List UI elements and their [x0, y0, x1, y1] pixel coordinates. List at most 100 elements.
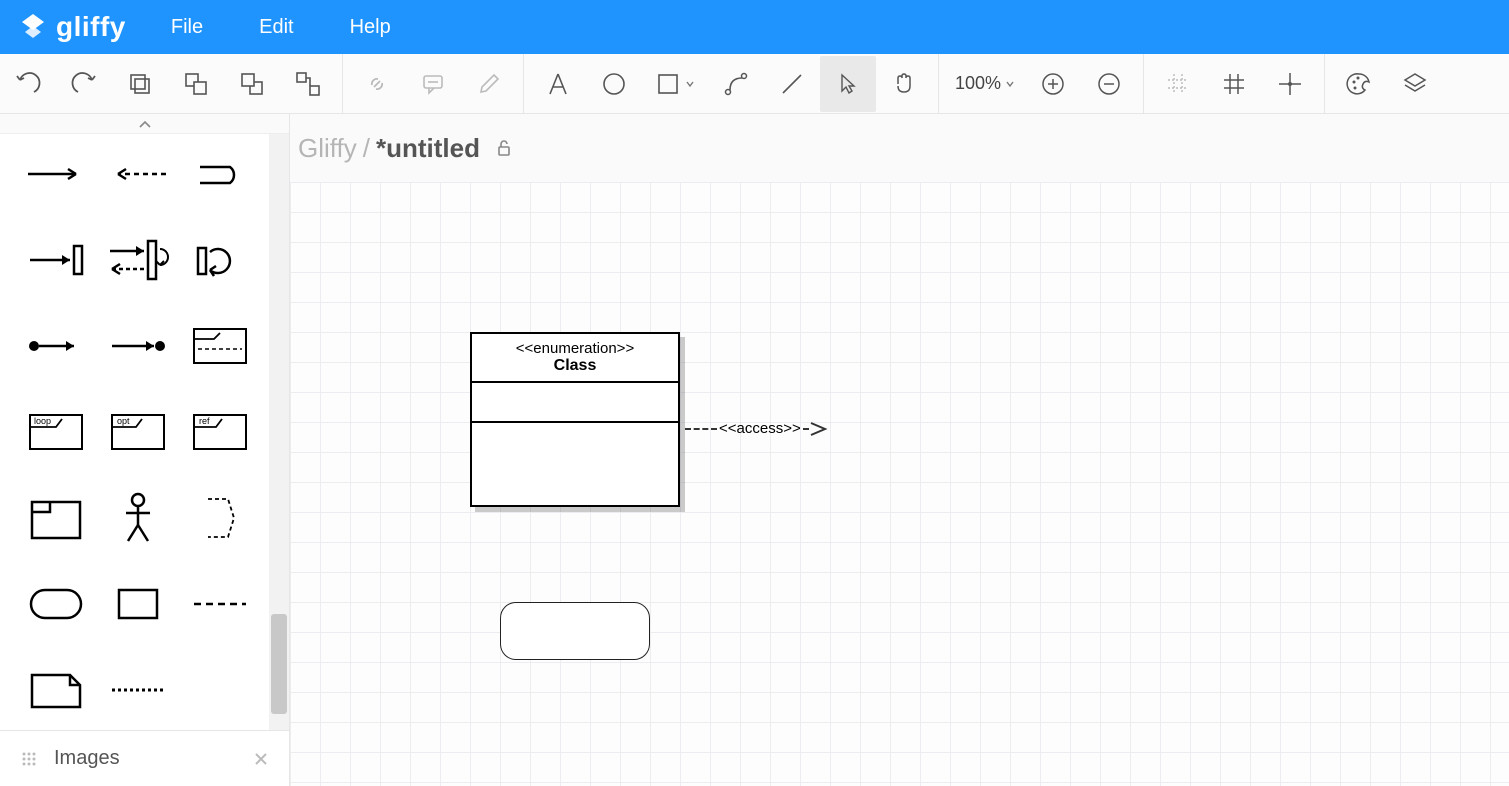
hand-icon [890, 70, 918, 98]
sidebar-scrollbar-thumb[interactable] [271, 614, 287, 714]
shape-note[interactable] [16, 660, 96, 720]
rounded-rectangle-shape[interactable] [500, 602, 650, 660]
send-back-button[interactable] [224, 56, 280, 112]
bring-front-button[interactable] [168, 56, 224, 112]
text-tool-button[interactable] [530, 56, 586, 112]
shape-arrow-filled-end[interactable] [98, 316, 178, 376]
undo-button[interactable] [0, 56, 56, 112]
grid-dots-icon [1165, 71, 1191, 97]
breadcrumb-doc[interactable]: *untitled [376, 133, 480, 164]
breadcrumb-sep: / [363, 133, 370, 164]
uml-enumeration-class[interactable]: <<enumeration>> Class [470, 332, 680, 507]
zoom-dropdown[interactable]: 100% [945, 73, 1025, 94]
redo-icon [70, 70, 98, 98]
images-panel-header[interactable]: Images [0, 730, 289, 786]
shape-rounded-rect[interactable] [16, 574, 96, 634]
menu-help[interactable]: Help [350, 16, 391, 39]
shape-frame-opt[interactable]: opt [98, 402, 178, 462]
menu-edit[interactable]: Edit [259, 16, 293, 39]
shape-sidebar: loop opt ref Images [0, 114, 290, 786]
shape-arrow-solid[interactable] [16, 144, 96, 204]
group-button[interactable] [280, 56, 336, 112]
toolbar-separator [938, 54, 939, 113]
pan-tool-button[interactable] [876, 56, 932, 112]
shape-start-end-arrow[interactable] [16, 316, 96, 376]
shape-frame-dashed[interactable] [180, 316, 260, 376]
theme-button[interactable] [1331, 56, 1387, 112]
text-icon [544, 70, 572, 98]
main: loop opt ref Images Gliffy [0, 114, 1509, 786]
shape-actor[interactable] [98, 488, 178, 548]
copy-icon [127, 71, 153, 97]
sidebar-scroll-up[interactable] [0, 114, 289, 134]
zoom-value: 100% [955, 73, 1001, 94]
link-button[interactable] [349, 56, 405, 112]
shape-sync-bar-right[interactable] [16, 230, 96, 290]
close-icon[interactable] [253, 751, 269, 767]
canvas[interactable]: <<enumeration>> Class <<access>> [290, 182, 1509, 786]
bring-front-icon [183, 71, 209, 97]
zoom-out-button[interactable] [1081, 56, 1137, 112]
snap-icon [1277, 71, 1303, 97]
toolbar-separator [342, 54, 343, 113]
comment-button[interactable] [405, 56, 461, 112]
shape-boundary-dashed[interactable] [180, 488, 260, 548]
redo-button[interactable] [56, 56, 112, 112]
shape-self-loop[interactable] [180, 144, 260, 204]
logo-text: gliffy [56, 11, 126, 43]
shape-frame-ref[interactable]: ref [180, 402, 260, 462]
layers-button[interactable] [1387, 56, 1443, 112]
connector-icon [722, 70, 750, 98]
images-label: Images [54, 747, 120, 770]
menu-file[interactable]: File [171, 16, 203, 39]
connector-label: <<access>> [717, 420, 803, 437]
eyedropper-icon [476, 71, 502, 97]
toolbar: 100% [0, 54, 1509, 114]
logo-icon [18, 12, 48, 42]
square-icon [655, 71, 681, 97]
menu-items: File Edit Help [171, 16, 391, 39]
connector-tool-button[interactable] [708, 56, 764, 112]
zoom-in-button[interactable] [1025, 56, 1081, 112]
shape-empty [180, 660, 260, 720]
line-tool-button[interactable] [764, 56, 820, 112]
zoom-in-icon [1040, 71, 1066, 97]
unlock-icon[interactable] [494, 138, 514, 158]
shape-sync-bar-both[interactable] [98, 230, 178, 290]
shape-dashed-line[interactable] [180, 574, 260, 634]
canvas-wrap: Gliffy / *untitled <<enumeration>> Class… [290, 114, 1509, 786]
drag-handle-icon [20, 750, 38, 768]
comment-icon [420, 71, 446, 97]
breadcrumb-app[interactable]: Gliffy [298, 133, 357, 164]
chevron-down-icon [685, 79, 695, 89]
copy-button[interactable] [112, 56, 168, 112]
chevron-down-icon [1005, 79, 1015, 89]
shape-dotted-line[interactable] [98, 660, 178, 720]
toggle-grid-dots-button[interactable] [1150, 56, 1206, 112]
svg-text:loop: loop [34, 416, 51, 426]
line-icon [778, 70, 806, 98]
shape-grid: loop opt ref [0, 134, 289, 730]
shape-frame-loop[interactable]: loop [16, 402, 96, 462]
toolbar-separator [523, 54, 524, 113]
palette-icon [1345, 70, 1373, 98]
circle-tool-button[interactable] [586, 56, 642, 112]
shape-rectangle[interactable] [98, 574, 178, 634]
pointer-icon [835, 71, 861, 97]
shape-sync-bar-loop[interactable] [180, 230, 260, 290]
sidebar-scrollbar[interactable] [269, 134, 289, 730]
menubar: gliffy File Edit Help [0, 0, 1509, 54]
breadcrumb: Gliffy / *untitled [290, 114, 1509, 182]
rectangle-tool-button[interactable] [642, 56, 708, 112]
uml-class-name: Class [476, 357, 674, 375]
shape-arrow-dashed-back[interactable] [98, 144, 178, 204]
toggle-snap-button[interactable] [1262, 56, 1318, 112]
toggle-grid-button[interactable] [1206, 56, 1262, 112]
pointer-tool-button[interactable] [820, 56, 876, 112]
shape-package[interactable] [16, 488, 96, 548]
layers-icon [1401, 70, 1429, 98]
send-back-icon [239, 71, 265, 97]
app-logo[interactable]: gliffy [18, 11, 126, 43]
access-connector[interactable]: <<access>> [685, 420, 829, 437]
eyedropper-button[interactable] [461, 56, 517, 112]
